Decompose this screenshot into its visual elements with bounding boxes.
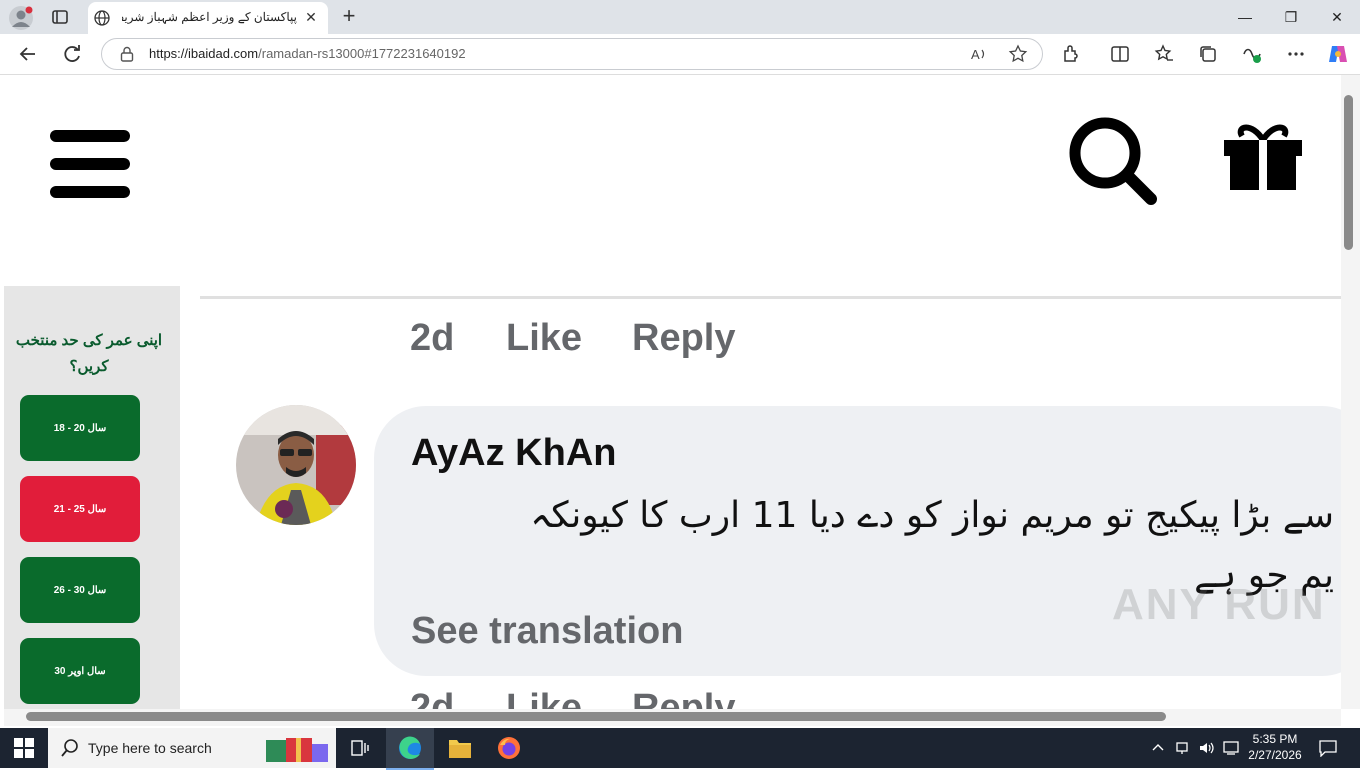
edge-taskbar-icon[interactable] [386, 728, 434, 770]
comment-bubble: AyAz KhAn سے بڑا پیکیج تو مریم نواز کو د… [374, 406, 1341, 676]
clock-time: 5:35 PM [1252, 732, 1298, 746]
performance-icon[interactable] [1240, 42, 1264, 66]
reply-link[interactable]: Reply [632, 687, 735, 709]
browser-tab[interactable]: پپاکستان کے وزیر اعظم شہباز شریف ✕ [88, 2, 328, 34]
favorites-icon[interactable] [1152, 42, 1176, 66]
comment-time: 2d [410, 687, 455, 709]
show-hidden-icons[interactable] [1150, 740, 1166, 759]
search-icon[interactable] [1067, 115, 1159, 207]
address-bar[interactable]: https://ibaidad.com/ramadan-rs13000#1772… [101, 38, 1043, 70]
title-bar: پپاکستان کے وزیر اعظم شہباز شریف ✕ + — ❐… [0, 0, 1360, 34]
read-aloud-icon[interactable]: A [970, 45, 988, 63]
copilot-icon[interactable] [1326, 42, 1350, 66]
age-option-30-plus[interactable]: سال اوپر 30 [20, 638, 140, 704]
age-sidebar: اپنی عمر کی حد منتخب کریں؟ سال 20 - 18 س… [4, 286, 180, 709]
extensions-icon[interactable] [1060, 42, 1084, 66]
age-question-heading: اپنی عمر کی حد منتخب کریں؟ [15, 332, 163, 375]
svg-text:A: A [971, 47, 980, 62]
browser-toolbar: https://ibaidad.com/ramadan-rs13000#1772… [0, 34, 1360, 75]
input-indicator-icon[interactable] [1222, 740, 1240, 759]
notification-icon[interactable] [1318, 739, 1338, 758]
see-translation-link[interactable]: See translation [411, 610, 683, 653]
new-tab-button[interactable]: + [338, 5, 360, 28]
url-host: https://ibaidad.com [149, 46, 259, 61]
taskbar: Type here to search 5:35 PM 2/27/2026 [0, 728, 1360, 770]
globe-icon [94, 10, 110, 26]
network-icon[interactable] [1174, 740, 1190, 759]
like-link[interactable]: Like [506, 317, 582, 360]
comment-author[interactable]: AyAz KhAn [411, 432, 616, 475]
comment-time: 2d [410, 317, 455, 359]
horizontal-scroll-thumb[interactable] [26, 712, 1166, 721]
collections-icon[interactable] [1196, 42, 1220, 66]
comment-line-1: سے بڑا پیکیج تو مریم نواز کو دے دیا 11 ا… [530, 495, 1334, 536]
search-placeholder: Type here to search [88, 740, 212, 756]
split-screen-icon[interactable] [1108, 42, 1132, 66]
age-option-26-30[interactable]: سال 30 - 26 [20, 557, 140, 623]
tab-actions-icon[interactable] [50, 7, 70, 27]
restore-button[interactable]: ❐ [1281, 8, 1301, 26]
lock-icon[interactable] [120, 46, 134, 62]
url-text[interactable]: https://ibaidad.com/ramadan-rs13000#1772… [149, 46, 466, 61]
refresh-button[interactable] [60, 42, 84, 66]
volume-icon[interactable] [1198, 740, 1216, 759]
avatar[interactable] [236, 405, 356, 525]
taskbar-search[interactable]: Type here to search [48, 728, 336, 768]
gift-icon[interactable] [1222, 120, 1304, 192]
like-link[interactable]: Like [506, 687, 582, 709]
divider [200, 296, 1341, 299]
vertical-scroll-thumb[interactable] [1344, 95, 1353, 250]
reply-link[interactable]: Reply [632, 317, 735, 360]
window-close-button[interactable]: ✕ [1327, 8, 1347, 26]
file-explorer-icon[interactable] [448, 737, 472, 759]
watermark: ANY RUN [1112, 580, 1326, 629]
minimize-button[interactable]: — [1235, 8, 1255, 26]
back-button[interactable] [16, 42, 40, 66]
profile-icon[interactable] [8, 5, 34, 31]
age-option-18-20[interactable]: سال 20 - 18 [20, 395, 140, 461]
url-path: /ramadan-rs13000#1772231640192 [258, 46, 466, 61]
age-option-21-25[interactable]: سال 25 - 21 [20, 476, 140, 542]
search-icon [60, 738, 80, 758]
tab-title: پپاکستان کے وزیر اعظم شہباز شریف [122, 10, 297, 24]
system-clock[interactable]: 5:35 PM 2/27/2026 [1240, 731, 1310, 763]
search-highlight-gifts-icon [262, 732, 332, 764]
task-view-icon[interactable] [350, 738, 370, 758]
hamburger-menu-icon[interactable] [50, 130, 130, 198]
more-menu-icon[interactable] [1284, 42, 1308, 66]
tab-close-icon[interactable]: ✕ [302, 8, 320, 26]
favorite-star-icon[interactable] [1008, 44, 1028, 64]
firefox-icon[interactable] [497, 736, 521, 760]
clock-date: 2/27/2026 [1248, 748, 1302, 762]
windows-start-icon[interactable] [14, 738, 34, 758]
